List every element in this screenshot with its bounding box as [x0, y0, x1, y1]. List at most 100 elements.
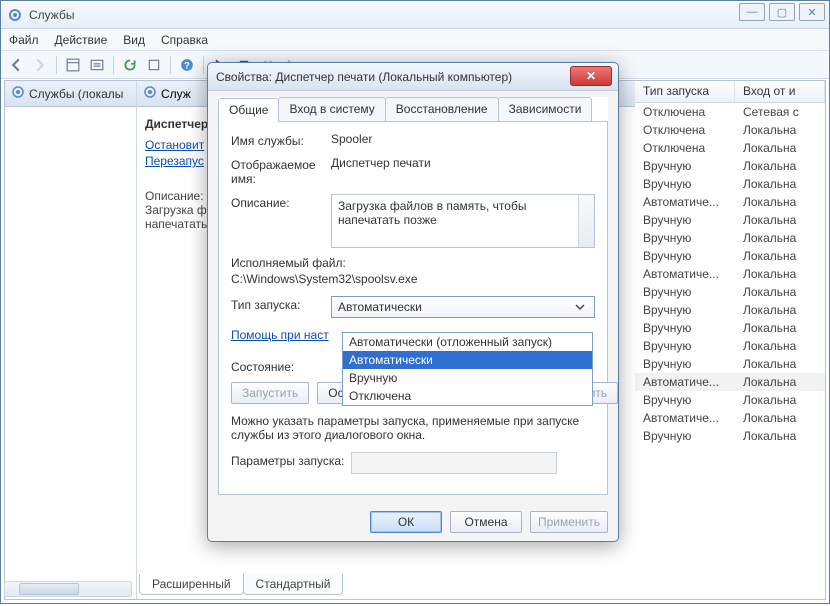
- cell-startup-type: Вручную: [635, 230, 735, 246]
- table-row[interactable]: ВручнуюЛокальна: [635, 301, 825, 319]
- table-row[interactable]: ВручнуюЛокальна: [635, 157, 825, 175]
- table-row[interactable]: ВручнуюЛокальна: [635, 427, 825, 445]
- cell-logon: Локальна: [735, 230, 825, 246]
- minimize-button[interactable]: —: [739, 3, 765, 21]
- maximize-button[interactable]: ▢: [769, 3, 795, 21]
- table-row[interactable]: Автоматиче...Локальна: [635, 265, 825, 283]
- cell-startup-type: Вручную: [635, 302, 735, 318]
- menu-file[interactable]: Файл: [9, 33, 39, 47]
- table-row[interactable]: ОтключенаЛокальна: [635, 139, 825, 157]
- menu-view[interactable]: Вид: [123, 33, 145, 47]
- forward-button[interactable]: [29, 54, 51, 76]
- view-tabs: Расширенный Стандартный: [139, 574, 342, 595]
- table-row[interactable]: ОтключенаЛокальна: [635, 121, 825, 139]
- cell-logon: Локальна: [735, 140, 825, 156]
- cell-startup-type: Автоматиче...: [635, 266, 735, 282]
- tab-extended[interactable]: Расширенный: [139, 574, 244, 595]
- gear-icon: [11, 85, 25, 102]
- start-params-input[interactable]: [351, 452, 557, 474]
- dropdown-option-selected[interactable]: Автоматически: [343, 351, 592, 369]
- properties-button[interactable]: [86, 54, 108, 76]
- list-pane: Тип запуска Вход от и ОтключенаСетевая с…: [635, 81, 825, 599]
- table-row[interactable]: Автоматиче...Локальна: [635, 193, 825, 211]
- description-textarea[interactable]: Загрузка файлов в память, чтобы напечата…: [331, 194, 595, 248]
- tab-general[interactable]: Общие: [218, 98, 279, 122]
- toolbar-separator: [203, 56, 204, 74]
- table-row[interactable]: ОтключенаСетевая с: [635, 103, 825, 121]
- window-title: Службы: [29, 8, 74, 22]
- menu-action[interactable]: Действие: [55, 33, 108, 47]
- cell-startup-type: Вручную: [635, 392, 735, 408]
- cell-logon: Локальна: [735, 158, 825, 174]
- toolbar-separator: [56, 56, 57, 74]
- help-link[interactable]: Помощь при наст: [231, 328, 329, 342]
- list-body: ОтключенаСетевая сОтключенаЛокальнаОтклю…: [635, 103, 825, 445]
- tree-root-label: Службы (локалы: [29, 87, 123, 101]
- startup-type-combobox[interactable]: Автоматически: [331, 296, 595, 318]
- help-button[interactable]: ?: [176, 54, 198, 76]
- close-icon: ✕: [586, 69, 596, 83]
- tab-standard[interactable]: Стандартный: [243, 574, 344, 595]
- details-button[interactable]: [62, 54, 84, 76]
- export-button[interactable]: [143, 54, 165, 76]
- table-row[interactable]: ВручнуюЛокальна: [635, 229, 825, 247]
- menubar: Файл Действие Вид Справка: [1, 29, 829, 51]
- table-row[interactable]: ВручнуюЛокальна: [635, 355, 825, 373]
- dropdown-option[interactable]: Вручную: [343, 369, 592, 387]
- close-button[interactable]: ✕: [799, 3, 825, 21]
- refresh-button[interactable]: [119, 54, 141, 76]
- dialog-tabs: Общие Вход в систему Восстановление Зави…: [218, 97, 608, 122]
- back-button[interactable]: [5, 54, 27, 76]
- column-header-logon[interactable]: Вход от и: [735, 81, 825, 102]
- cell-startup-type: Отключена: [635, 140, 735, 156]
- dialog-body: Общие Вход в систему Восстановление Зави…: [208, 91, 618, 503]
- label-startup-type: Тип запуска:: [231, 296, 331, 312]
- label-display-name: Отображаемое имя:: [231, 156, 331, 186]
- horizontal-scrollbar[interactable]: [4, 581, 132, 597]
- cell-startup-type: Вручную: [635, 176, 735, 192]
- dialog-close-button[interactable]: ✕: [570, 66, 612, 86]
- cell-startup-type: Автоматиче...: [635, 194, 735, 210]
- titlebar: Службы — ▢ ✕: [1, 1, 829, 29]
- scrollbar-thumb[interactable]: [19, 583, 79, 595]
- menu-help[interactable]: Справка: [161, 33, 208, 47]
- start-button[interactable]: Запустить: [231, 382, 309, 404]
- cell-logon: Локальна: [735, 338, 825, 354]
- table-row[interactable]: ВручнуюЛокальна: [635, 175, 825, 193]
- cell-startup-type: Автоматиче...: [635, 410, 735, 426]
- tab-logon[interactable]: Вход в систему: [278, 97, 385, 121]
- startup-type-dropdown: Автоматически (отложенный запуск) Автома…: [342, 332, 593, 406]
- dropdown-option[interactable]: Отключена: [343, 387, 592, 405]
- dropdown-option[interactable]: Автоматически (отложенный запуск): [343, 333, 592, 351]
- cell-logon: Локальна: [735, 320, 825, 336]
- value-display-name: Диспетчер печати: [331, 156, 595, 170]
- description-text: Загрузка файлов в память, чтобы напечата…: [338, 199, 526, 227]
- table-row[interactable]: ВручнуюЛокальна: [635, 211, 825, 229]
- column-header-startup-type[interactable]: Тип запуска: [635, 81, 735, 102]
- tab-recovery[interactable]: Восстановление: [385, 97, 499, 121]
- table-row[interactable]: Автоматиче...Локальна: [635, 373, 825, 391]
- table-row[interactable]: ВручнуюЛокальна: [635, 283, 825, 301]
- tree-item-services[interactable]: Службы (локалы: [5, 81, 136, 107]
- cell-startup-type: Вручную: [635, 212, 735, 228]
- startup-type-selected: Автоматически: [338, 300, 422, 314]
- cell-logon: Локальна: [735, 374, 825, 390]
- label-service-name: Имя службы:: [231, 132, 331, 148]
- cell-logon: Локальна: [735, 428, 825, 444]
- ok-button[interactable]: ОК: [370, 511, 442, 533]
- cell-startup-type: Вручную: [635, 428, 735, 444]
- cell-startup-type: Отключена: [635, 104, 735, 120]
- table-row[interactable]: Автоматиче...Локальна: [635, 409, 825, 427]
- table-row[interactable]: ВручнуюЛокальна: [635, 337, 825, 355]
- table-row[interactable]: ВручнуюЛокальна: [635, 247, 825, 265]
- label-start-params: Параметры запуска:: [231, 452, 351, 468]
- description-scrollbar[interactable]: [578, 195, 594, 247]
- label-description: Описание:: [231, 194, 331, 210]
- tab-dependencies[interactable]: Зависимости: [498, 97, 593, 121]
- cell-logon: Локальна: [735, 266, 825, 282]
- apply-button[interactable]: Применить: [530, 511, 608, 533]
- table-row[interactable]: ВручнуюЛокальна: [635, 391, 825, 409]
- table-row[interactable]: ВручнуюЛокальна: [635, 319, 825, 337]
- detail-header-label: Служ: [161, 87, 191, 101]
- cancel-button[interactable]: Отмена: [450, 511, 522, 533]
